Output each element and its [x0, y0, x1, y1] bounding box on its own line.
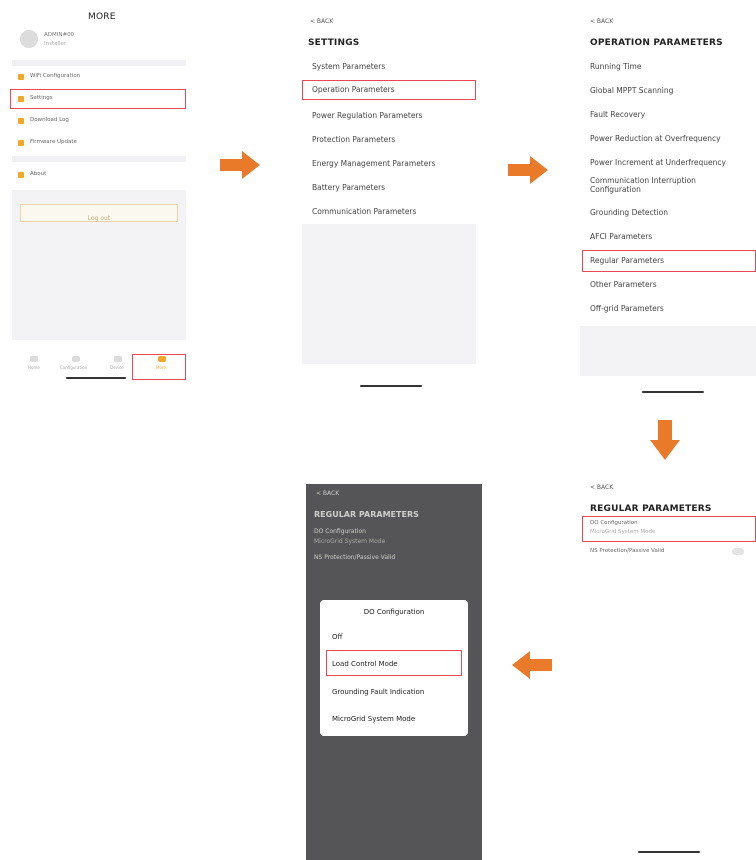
- tab-label-home: Home: [28, 365, 40, 370]
- settings-highlight: [10, 89, 186, 109]
- more-tab-highlight: [132, 354, 186, 380]
- tab-home[interactable]: Home: [22, 354, 46, 374]
- list-item[interactable]: Protection Parameters: [312, 135, 395, 144]
- section-divider: [12, 60, 186, 66]
- list-item[interactable]: Fault Recovery: [590, 110, 645, 119]
- regular-screen: < BACK REGULAR PARAMETERS DO Configurati…: [576, 470, 756, 860]
- page-title: OPERATION PARAMETERS: [590, 38, 723, 48]
- list-item[interactable]: Battery Parameters: [312, 183, 385, 192]
- content-area: [580, 326, 756, 376]
- back-button[interactable]: < BACK: [590, 18, 613, 25]
- menu-label-about: About: [30, 171, 47, 177]
- menu-label-wifi: WiFi Configuration: [30, 73, 81, 79]
- more-screen: MORE ADMIN#00 Installer WiFi Configurati…: [8, 4, 190, 394]
- logout-label: Log out: [87, 215, 111, 222]
- option-grounding-fault-indication[interactable]: Grounding Fault Indication: [332, 688, 424, 696]
- home-indicator: [360, 385, 422, 387]
- operation-screen: < BACK OPERATION PARAMETERS Running Time…: [576, 4, 756, 402]
- tab-label-device: Device: [110, 365, 124, 370]
- bg-do-configuration: DO Configuration: [314, 528, 366, 535]
- toggle-switch[interactable]: [732, 548, 744, 555]
- list-item[interactable]: Communication Interruption Configuration: [590, 176, 720, 194]
- arrow-down-icon: [650, 420, 680, 460]
- settings-screen: < BACK SETTINGS System Parameters Operat…: [298, 4, 480, 394]
- list-item[interactable]: Running Time: [590, 62, 641, 71]
- operation-parameters-highlight: [302, 80, 476, 100]
- menu-item-download-log[interactable]: Download Log: [12, 114, 186, 128]
- do-configuration-label: DO Configuration: [590, 520, 638, 526]
- list-item[interactable]: Communication Parameters: [312, 207, 416, 216]
- arrow-right-icon: [220, 151, 260, 179]
- about-icon: [18, 172, 24, 178]
- content-area: [580, 564, 756, 834]
- list-item[interactable]: Power Regulation Parameters: [312, 111, 422, 120]
- arrow-left-icon: [512, 651, 552, 679]
- list-item[interactable]: Other Parameters: [590, 280, 657, 289]
- modal-screen: < BACK REGULAR PARAMETERS DO Configurati…: [306, 484, 482, 860]
- user-subtitle: Installer: [44, 41, 67, 47]
- option-off[interactable]: Off: [332, 633, 342, 641]
- list-item[interactable]: Energy Management Parameters: [312, 159, 435, 168]
- load-control-highlight: [326, 650, 462, 676]
- list-item[interactable]: Power Reduction at Overfrequency: [590, 134, 721, 143]
- config-icon: [72, 356, 80, 362]
- bg-do-value: MicroGrid System Mode: [314, 538, 386, 545]
- option-microgrid-system-mode[interactable]: MicroGrid System Mode: [332, 715, 415, 723]
- do-configuration-value: MicroGrid System Mode: [590, 529, 656, 535]
- ns-protection-item[interactable]: NS Protection/Passive Valid: [590, 548, 750, 560]
- do-configuration-modal: DO Configuration Off Load Control Mode G…: [320, 600, 468, 736]
- tab-label-configuration: Configuration: [60, 365, 88, 370]
- list-item[interactable]: Grounding Detection: [590, 208, 668, 217]
- list-item[interactable]: Off-grid Parameters: [590, 304, 664, 313]
- regular-parameters-highlight: [582, 250, 756, 272]
- page-title: REGULAR PARAMETERS: [314, 510, 419, 519]
- tab-device[interactable]: Device: [106, 354, 130, 374]
- menu-item-wifi[interactable]: WiFi Configuration: [12, 70, 186, 84]
- download-icon: [18, 118, 24, 124]
- section-divider-2: [12, 156, 186, 162]
- page-title: SETTINGS: [308, 38, 360, 48]
- list-item[interactable]: AFCI Parameters: [590, 232, 652, 241]
- wifi-icon: [18, 74, 24, 80]
- home-indicator: [638, 851, 700, 853]
- home-indicator: [66, 377, 126, 379]
- firmware-icon: [18, 140, 24, 146]
- back-button[interactable]: < BACK: [310, 18, 333, 25]
- menu-item-firmware[interactable]: Firmware Update: [12, 136, 186, 150]
- list-item[interactable]: Power Increment at Underfrequency: [590, 158, 726, 167]
- back-button[interactable]: < BACK: [316, 490, 339, 497]
- list-item[interactable]: Global MPPT Scanning: [590, 86, 673, 95]
- tab-configuration[interactable]: Configuration: [60, 354, 94, 374]
- menu-label-download-log: Download Log: [30, 117, 69, 123]
- list-item[interactable]: System Parameters: [312, 62, 385, 71]
- modal-title: DO Configuration: [363, 608, 425, 616]
- menu-item-about[interactable]: About: [12, 168, 186, 182]
- do-configuration-item[interactable]: DO Configuration MicroGrid System Mode: [590, 520, 750, 540]
- device-icon: [114, 356, 122, 362]
- content-area: [302, 224, 476, 364]
- ns-protection-label: NS Protection/Passive Valid: [590, 548, 665, 554]
- menu-label-firmware: Firmware Update: [30, 139, 77, 145]
- home-icon: [30, 356, 38, 362]
- page-title: REGULAR PARAMETERS: [590, 504, 712, 514]
- bg-ns-protection: NS Protection/Passive Valid: [314, 554, 396, 561]
- back-button[interactable]: < BACK: [590, 484, 613, 491]
- logout-button[interactable]: Log out: [20, 204, 178, 222]
- more-title: MORE: [88, 12, 116, 22]
- home-indicator: [642, 391, 704, 393]
- arrow-right-icon: [508, 156, 548, 184]
- user-name: ADMIN#00: [44, 32, 75, 38]
- avatar: [20, 30, 38, 48]
